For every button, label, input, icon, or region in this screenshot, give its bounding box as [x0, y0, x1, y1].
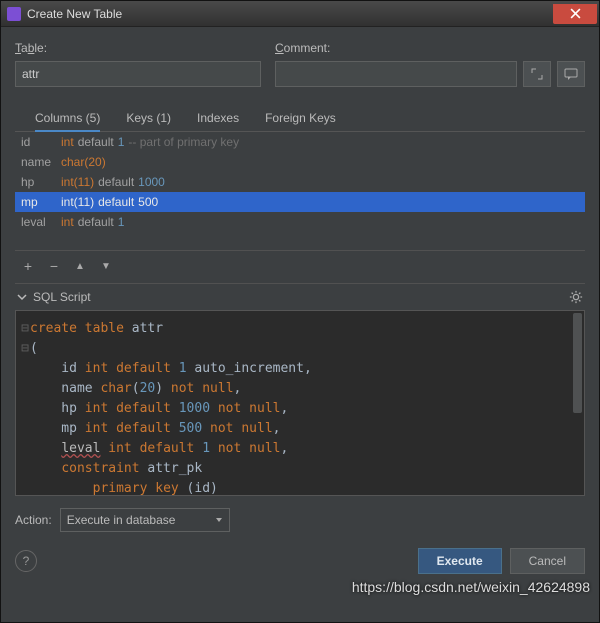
help-button[interactable]: ? — [15, 550, 37, 572]
sql-line: constraint attr_pk — [20, 459, 576, 479]
sql-section-header[interactable]: SQL Script — [15, 283, 585, 310]
tab-3[interactable]: Foreign Keys — [265, 105, 336, 131]
add-button[interactable]: + — [19, 257, 37, 275]
move-down-button[interactable]: ▼ — [97, 257, 115, 275]
table-label: Table: — [15, 41, 261, 55]
action-selected: Execute in database — [67, 513, 176, 527]
sql-editor[interactable]: ⊟create table attr⊟( id int default 1 au… — [15, 310, 585, 496]
dropdown-arrow-icon — [215, 516, 223, 524]
execute-button[interactable]: Execute — [418, 548, 502, 574]
sql-line: leval int default 1 not null, — [20, 439, 576, 459]
sql-header-left: SQL Script — [17, 290, 91, 304]
sql-line: id int default 1 auto_increment, — [20, 359, 576, 379]
tab-0[interactable]: Columns (5) — [35, 105, 100, 131]
column-row[interactable]: levalintdefault1 — [15, 212, 585, 232]
titlebar[interactable]: Create New Table — [1, 1, 599, 27]
column-row[interactable]: hpint(11)default1000 — [15, 172, 585, 192]
move-up-button[interactable]: ▲ — [71, 257, 89, 275]
comment-input[interactable] — [275, 61, 517, 87]
sql-line: ⊟create table attr — [20, 319, 576, 339]
comment-icon — [564, 68, 578, 80]
sql-line: hp int default 1000 not null, — [20, 399, 576, 419]
buttons-right: Execute Cancel — [418, 548, 585, 574]
sql-line: primary key (id) — [20, 479, 576, 496]
expand-comment-button[interactable] — [523, 61, 551, 87]
remove-button[interactable]: − — [45, 257, 63, 275]
table-name-input[interactable] — [15, 61, 261, 87]
content-area: Table: Comment: Columns (5) Keys (1) Index… — [1, 27, 599, 622]
action-label: Action: — [15, 513, 52, 527]
comment-extra-button[interactable] — [557, 61, 585, 87]
sql-line: mp int default 500 not null, — [20, 419, 576, 439]
dialog-window: Create New Table Table: Comment: — [0, 0, 600, 623]
button-row: ? Execute Cancel — [15, 548, 585, 574]
column-row[interactable]: idintdefault1-- part of primary key — [15, 132, 585, 152]
chevron-down-icon — [17, 292, 27, 302]
app-icon — [7, 7, 21, 21]
action-row: Action: Execute in database — [15, 508, 585, 532]
comment-input-row — [275, 61, 585, 87]
comment-field-group: Comment: — [275, 41, 585, 87]
tabs: Columns (5) Keys (1) Indexes Foreign Keys — [15, 105, 585, 132]
column-row[interactable]: mpint(11)default500 — [15, 192, 585, 212]
sql-line: ⊟( — [20, 339, 576, 359]
close-icon — [570, 8, 581, 19]
sql-script-label: SQL Script — [33, 290, 91, 304]
titlebar-left: Create New Table — [1, 7, 122, 21]
tab-2[interactable]: Indexes — [197, 105, 239, 131]
window-title: Create New Table — [27, 7, 122, 21]
gear-icon[interactable] — [569, 290, 583, 304]
column-row[interactable]: namechar(20) — [15, 152, 585, 172]
top-fields: Table: Comment: — [15, 41, 585, 87]
cancel-button[interactable]: Cancel — [510, 548, 585, 574]
table-field-group: Table: — [15, 41, 261, 87]
expand-icon — [531, 68, 543, 80]
comment-label: Comment: — [275, 41, 585, 55]
tab-1[interactable]: Keys (1) — [126, 105, 171, 131]
close-button[interactable] — [553, 4, 597, 24]
sql-line: name char(20) not null, — [20, 379, 576, 399]
action-dropdown[interactable]: Execute in database — [60, 508, 230, 532]
list-toolbar: + − ▲ ▼ — [15, 250, 585, 281]
scrollbar[interactable] — [573, 313, 582, 413]
columns-list: idintdefault1-- part of primary keynamec… — [15, 132, 585, 232]
